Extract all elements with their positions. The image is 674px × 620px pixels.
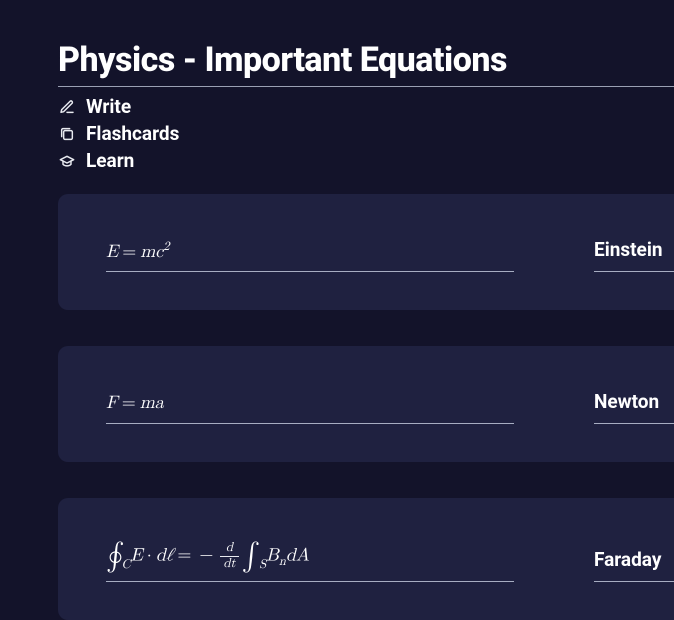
mode-learn[interactable]: Learn xyxy=(58,149,674,172)
mode-flashcards[interactable]: Flashcards xyxy=(58,122,674,145)
mode-flashcards-label: Flashcards xyxy=(86,122,179,145)
mode-write-label: Write xyxy=(86,95,131,118)
write-icon xyxy=(58,98,76,116)
study-modes: Write Flashcards Learn xyxy=(58,95,674,172)
flashcards-icon xyxy=(58,125,76,143)
term-field[interactable]: F=ma xyxy=(106,386,514,424)
title-divider xyxy=(58,86,674,87)
definition-field[interactable]: Einstein xyxy=(594,232,674,272)
page-title: Physics - Important Equations xyxy=(58,40,674,80)
flashcard: F=ma Newton xyxy=(58,346,674,462)
flashcard: ∮C E·dℓ=−ddt∫S BndA Faraday xyxy=(58,498,674,620)
mode-learn-label: Learn xyxy=(86,149,134,172)
definition-field[interactable]: Faraday xyxy=(594,542,674,582)
learn-icon xyxy=(58,152,76,170)
term-field[interactable]: ∮C E·dℓ=−ddt∫S BndA xyxy=(106,536,514,582)
flashcard: E=mc2 Einstein xyxy=(58,194,674,310)
card-list: E=mc2 Einstein F=ma Newton ∮C E·dℓ=−d xyxy=(58,194,674,620)
mode-write[interactable]: Write xyxy=(58,95,674,118)
term-field[interactable]: E=mc2 xyxy=(106,234,514,272)
definition-field[interactable]: Newton xyxy=(594,384,674,424)
